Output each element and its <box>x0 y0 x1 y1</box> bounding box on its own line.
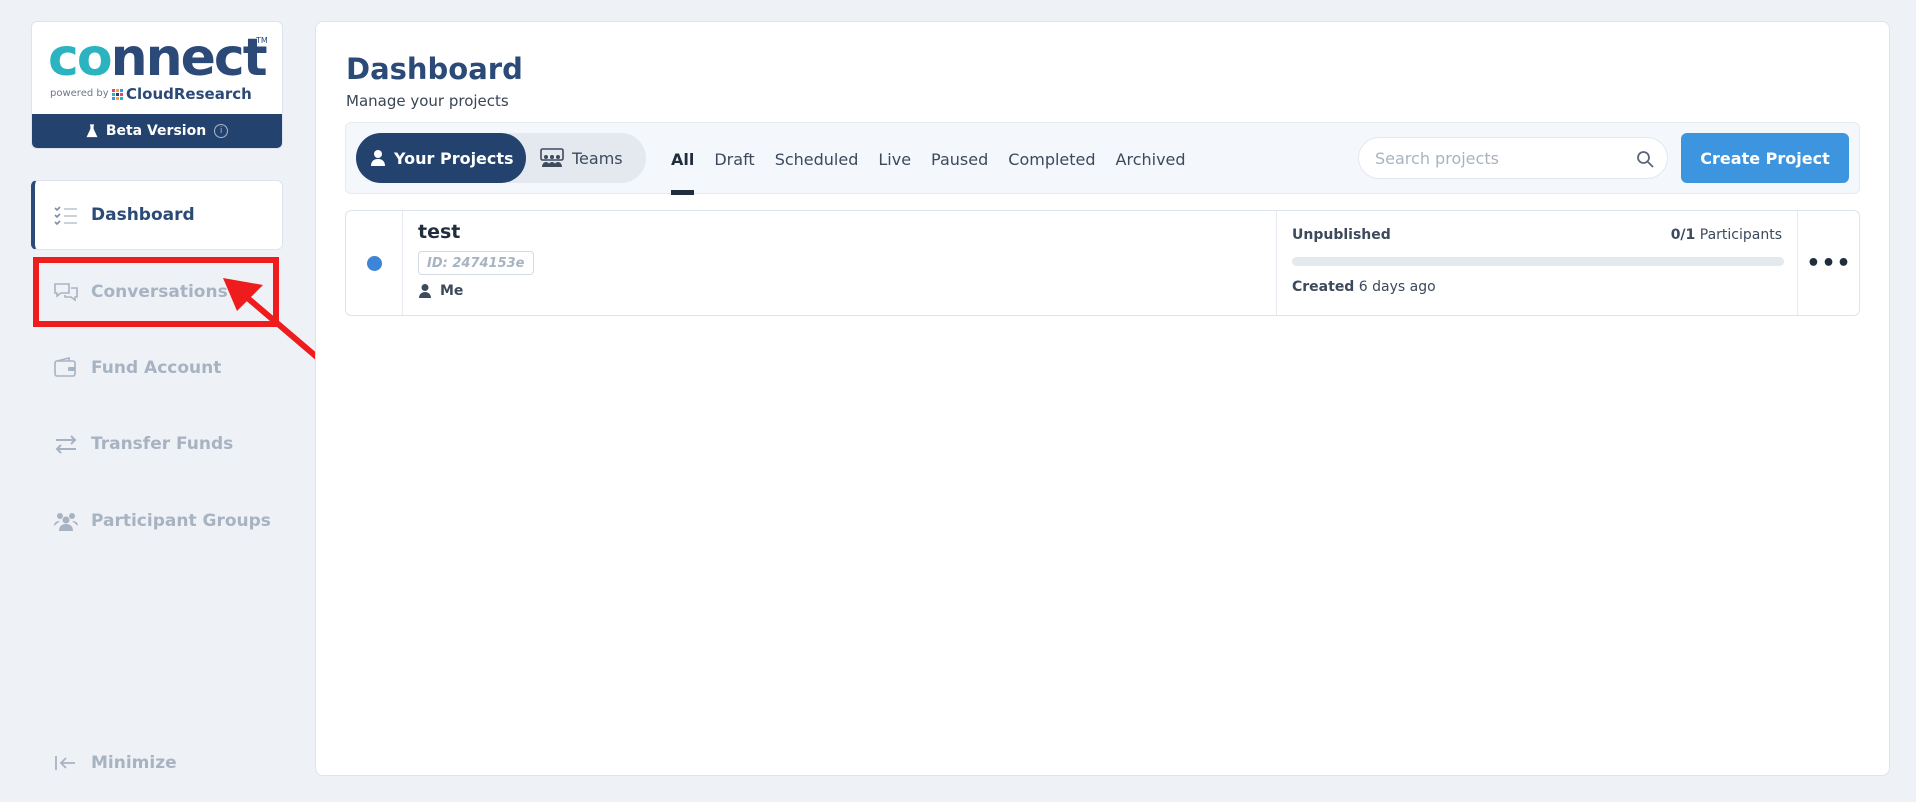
search-input[interactable] <box>1375 138 1625 178</box>
more-options-button[interactable]: ••• <box>1799 211 1859 315</box>
sidebar-item-label: Dashboard <box>91 205 195 225</box>
collapse-left-icon <box>55 756 75 770</box>
tab-archived[interactable]: Archived <box>1106 123 1196 195</box>
tab-scheduled[interactable]: Scheduled <box>765 123 869 195</box>
created-value: 6 days ago <box>1358 279 1436 295</box>
sidebar-item-label: Transfer Funds <box>91 434 234 454</box>
sidebar-item-transfer-funds[interactable]: Transfer Funds <box>31 409 283 479</box>
project-id-badge: ID: 2474153e <box>418 251 534 275</box>
powered-by-label: powered by <box>50 88 109 99</box>
tab-all[interactable]: All <box>661 123 704 195</box>
your-projects-button[interactable]: Your Projects <box>356 133 526 183</box>
project-name[interactable]: test <box>418 221 460 243</box>
project-owner-label: Me <box>440 283 464 299</box>
status-tabs: All Draft Scheduled Live Paused Complete… <box>661 123 1196 195</box>
person-icon <box>371 150 385 166</box>
sidebar-item-label: Participant Groups <box>91 511 271 531</box>
project-row[interactable]: test ID: 2474153e Me Unpublished 0/1 Par… <box>345 210 1860 316</box>
project-status-column <box>346 211 403 315</box>
main-panel: Dashboard Manage your projects Your Proj… <box>315 21 1890 776</box>
project-owner: Me <box>418 283 463 299</box>
trademark-mark: TM <box>256 36 268 45</box>
teams-label: Teams <box>572 148 623 168</box>
project-created: Created 6 days ago <box>1292 279 1436 295</box>
project-publish-status: Unpublished <box>1292 227 1391 243</box>
sidebar-minimize-button[interactable]: Minimize <box>31 728 283 798</box>
cloudresearch-label: CloudResearch <box>126 85 252 103</box>
create-project-button[interactable]: Create Project <box>1681 133 1849 183</box>
page-subtitle: Manage your projects <box>346 92 509 110</box>
search-icon[interactable] <box>1635 149 1655 169</box>
tab-paused[interactable]: Paused <box>921 123 998 195</box>
participants-value: 0/1 <box>1670 227 1696 243</box>
participants-count: 0/1 Participants <box>1671 227 1782 243</box>
cloudresearch-logo: CloudResearch <box>112 85 252 103</box>
project-scope-toggle: Your Projects Teams <box>356 133 646 183</box>
project-toolbar: Your Projects Teams All Draft Scheduled … <box>345 122 1860 195</box>
flask-icon <box>86 124 98 138</box>
minimize-label: Minimize <box>91 753 177 773</box>
transfer-arrows-icon <box>55 435 77 454</box>
sidebar-item-label: Fund Account <box>91 358 222 378</box>
brand-logo-card: connect TM powered by CloudResearch Beta… <box>31 21 283 149</box>
ellipsis-icon: ••• <box>1806 250 1852 276</box>
sidebar-item-participant-groups[interactable]: Participant Groups <box>31 486 283 556</box>
cloudresearch-mark-icon <box>112 88 123 100</box>
tab-completed[interactable]: Completed <box>998 123 1105 195</box>
tab-draft[interactable]: Draft <box>704 123 764 195</box>
team-icon <box>540 148 564 167</box>
project-stats: Unpublished 0/1 Participants Created 6 d… <box>1276 211 1798 315</box>
project-status-dot <box>367 256 382 271</box>
list-check-icon <box>54 206 77 226</box>
created-label: Created <box>1292 279 1355 295</box>
beta-version-label: Beta Version <box>105 123 207 139</box>
your-projects-label: Your Projects <box>394 148 514 168</box>
connect-logo: connect <box>48 28 268 88</box>
sidebar-item-dashboard[interactable]: Dashboard <box>31 180 283 250</box>
participants-label: Participants <box>1699 227 1782 243</box>
users-icon <box>54 513 78 531</box>
participants-progress-bar <box>1292 257 1784 266</box>
tab-live[interactable]: Live <box>868 123 921 195</box>
beta-version-banner: Beta Version i <box>32 114 282 148</box>
search-box <box>1358 137 1668 179</box>
page-title: Dashboard <box>346 52 523 86</box>
person-icon <box>419 284 431 298</box>
info-icon[interactable]: i <box>214 124 229 138</box>
wallet-icon <box>54 357 76 377</box>
teams-button[interactable]: Teams <box>534 133 644 183</box>
